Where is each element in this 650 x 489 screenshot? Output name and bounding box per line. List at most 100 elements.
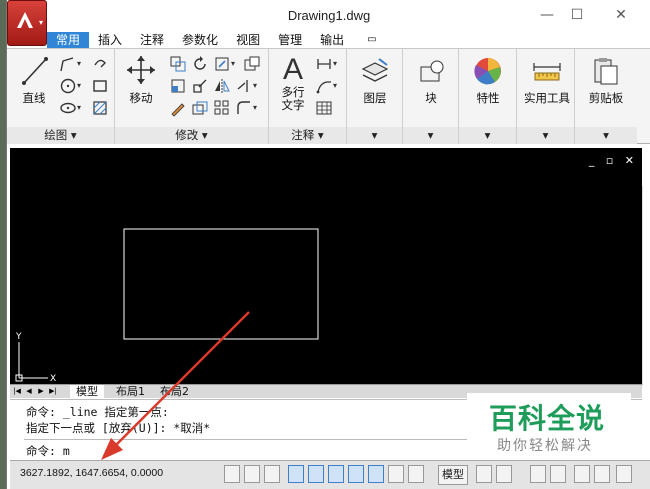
coordinate-readout: 3627.1892, 1647.6654, 0.0000 bbox=[20, 467, 164, 479]
draw-panel-label[interactable]: 绘图 ▾ bbox=[7, 127, 114, 144]
application-menu-button[interactable]: ▾ bbox=[7, 0, 47, 46]
annotation-panel-label[interactable]: 注释 ▾ bbox=[269, 127, 346, 144]
object-snap-icon[interactable] bbox=[308, 465, 324, 483]
chevron-down-icon[interactable]: ▾ bbox=[77, 81, 81, 90]
ucs-y-label: Y bbox=[15, 332, 22, 342]
tab-parametric[interactable]: 参数化 bbox=[173, 32, 227, 48]
chevron-down-icon[interactable]: ▾ bbox=[333, 81, 337, 90]
erase-icon[interactable] bbox=[243, 55, 261, 73]
rectangle-icon[interactable] bbox=[91, 77, 109, 95]
infer-constraints-icon[interactable] bbox=[224, 465, 240, 483]
utilities-button[interactable]: 实用工具 bbox=[520, 55, 574, 106]
properties-panel-expand[interactable]: ▾ bbox=[459, 127, 516, 144]
first-layout-icon[interactable]: |◀ bbox=[12, 386, 22, 397]
minimize-button[interactable]: — bbox=[533, 4, 561, 26]
undo-curve-icon[interactable] bbox=[91, 55, 109, 73]
trim-icon[interactable] bbox=[213, 55, 231, 73]
tab-layout1[interactable]: 布局1 bbox=[110, 385, 151, 399]
properties-label: 特性 bbox=[476, 91, 500, 105]
tab-output[interactable]: 输出 bbox=[311, 32, 353, 48]
line-button[interactable]: 直线 bbox=[11, 53, 57, 106]
properties-button[interactable]: 特性 bbox=[463, 55, 513, 106]
block-panel: 块 ▾ bbox=[403, 49, 459, 144]
next-layout-icon[interactable]: ▶ bbox=[36, 386, 46, 397]
hatch-icon[interactable] bbox=[91, 99, 109, 117]
chevron-down-icon[interactable]: ▾ bbox=[77, 59, 81, 68]
quick-view-drawings-icon[interactable] bbox=[496, 465, 512, 483]
clean-screen-icon[interactable] bbox=[616, 465, 632, 483]
prev-layout-icon[interactable]: ◀ bbox=[24, 386, 34, 397]
model-space-button[interactable]: 模型 bbox=[438, 465, 468, 485]
dynamic-input-icon[interactable] bbox=[388, 465, 404, 483]
chevron-down-icon[interactable]: ▾ bbox=[77, 103, 81, 112]
chevron-down-icon: ▾ bbox=[38, 18, 43, 27]
dynamic-ucs-icon[interactable] bbox=[368, 465, 384, 483]
extend-icon[interactable] bbox=[235, 77, 253, 95]
fillet-icon[interactable] bbox=[235, 99, 253, 117]
chevron-down-icon[interactable]: ▾ bbox=[253, 103, 257, 112]
drawing-canvas[interactable]: _ ▫ ✕ Y X bbox=[10, 148, 642, 384]
utilities-panel-expand[interactable]: ▾ bbox=[517, 127, 574, 144]
block-label: 块 bbox=[425, 91, 437, 105]
chevron-down-icon[interactable]: ▾ bbox=[231, 59, 235, 68]
block-button[interactable]: 块 bbox=[407, 55, 455, 106]
maximize-button[interactable]: ☐ bbox=[563, 4, 591, 26]
3d-osnap-icon[interactable] bbox=[328, 465, 344, 483]
polyline-icon[interactable] bbox=[59, 55, 77, 73]
zoom-icon[interactable] bbox=[550, 465, 566, 483]
quick-view-layouts-icon[interactable] bbox=[476, 465, 492, 483]
close-button[interactable]: ✕ bbox=[607, 4, 635, 26]
clipboard-panel-expand[interactable]: ▾ bbox=[575, 127, 637, 144]
pan-icon[interactable] bbox=[530, 465, 546, 483]
steering-wheel-icon[interactable] bbox=[574, 465, 590, 483]
ortho-toggle-icon[interactable] bbox=[264, 465, 280, 483]
text-a-icon: A bbox=[283, 53, 303, 86]
modify-panel-label[interactable]: 修改 ▾ bbox=[115, 127, 268, 144]
layer-label: 图层 bbox=[363, 91, 387, 105]
block-panel-expand[interactable]: ▾ bbox=[403, 127, 458, 144]
leader-icon[interactable] bbox=[315, 77, 333, 95]
draw-panel: 直线 ▾ ▾ ▾ 绘图 ▾ bbox=[7, 49, 115, 144]
tab-annotate[interactable]: 注释 bbox=[131, 32, 173, 48]
array-icon[interactable] bbox=[213, 99, 231, 117]
circle-icon[interactable] bbox=[59, 77, 77, 95]
move-button[interactable]: 移动 bbox=[121, 53, 161, 106]
clipboard-panel: 剪贴板 ▾ bbox=[575, 49, 637, 144]
tab-layout2[interactable]: 布局2 bbox=[154, 385, 195, 399]
clipboard-button[interactable]: 剪贴板 bbox=[580, 55, 632, 106]
mtext-button[interactable]: A 多行 文字 bbox=[273, 51, 313, 112]
drawn-rectangle[interactable] bbox=[123, 228, 319, 340]
scale-icon[interactable] bbox=[191, 77, 209, 95]
tab-insert[interactable]: 插入 bbox=[89, 32, 131, 48]
copy-icon[interactable] bbox=[169, 55, 187, 73]
rotate-icon[interactable] bbox=[191, 55, 209, 73]
layer-button[interactable]: 图层 bbox=[351, 55, 399, 106]
tab-home[interactable]: 常用 bbox=[47, 32, 90, 48]
svg-text:A: A bbox=[283, 53, 303, 83]
command-input[interactable]: 命令: m bbox=[26, 443, 70, 459]
tab-model[interactable]: 模型 bbox=[70, 385, 104, 399]
table-icon[interactable] bbox=[315, 99, 333, 117]
stretch-icon[interactable] bbox=[169, 77, 187, 95]
chevron-down-icon[interactable]: ▾ bbox=[253, 81, 257, 90]
object-snap-tracking-icon[interactable] bbox=[348, 465, 364, 483]
utilities-label: 实用工具 bbox=[524, 91, 570, 105]
offset-icon[interactable] bbox=[191, 99, 209, 117]
line-label: 直线 bbox=[22, 91, 46, 105]
chevron-down-icon[interactable]: ▾ bbox=[333, 59, 337, 68]
utilities-panel: 实用工具 ▾ bbox=[517, 49, 575, 144]
grid-toggle-icon[interactable] bbox=[244, 465, 260, 483]
last-layout-icon[interactable]: ▶| bbox=[48, 386, 58, 397]
dimension-icon[interactable] bbox=[315, 55, 333, 73]
vertical-scrollbar[interactable] bbox=[642, 186, 647, 386]
layer-panel-expand[interactable]: ▾ bbox=[347, 127, 402, 144]
polar-tracking-icon[interactable] bbox=[288, 465, 304, 483]
pen-icon[interactable] bbox=[169, 99, 187, 117]
lineweight-icon[interactable] bbox=[408, 465, 424, 483]
tab-expand-icon[interactable]: ▭ bbox=[353, 32, 390, 48]
showmotion-icon[interactable] bbox=[594, 465, 610, 483]
tab-manage[interactable]: 管理 bbox=[269, 32, 311, 48]
ellipse-icon[interactable] bbox=[59, 99, 77, 117]
tab-view[interactable]: 视图 bbox=[227, 32, 269, 48]
mirror-icon[interactable] bbox=[213, 77, 231, 95]
